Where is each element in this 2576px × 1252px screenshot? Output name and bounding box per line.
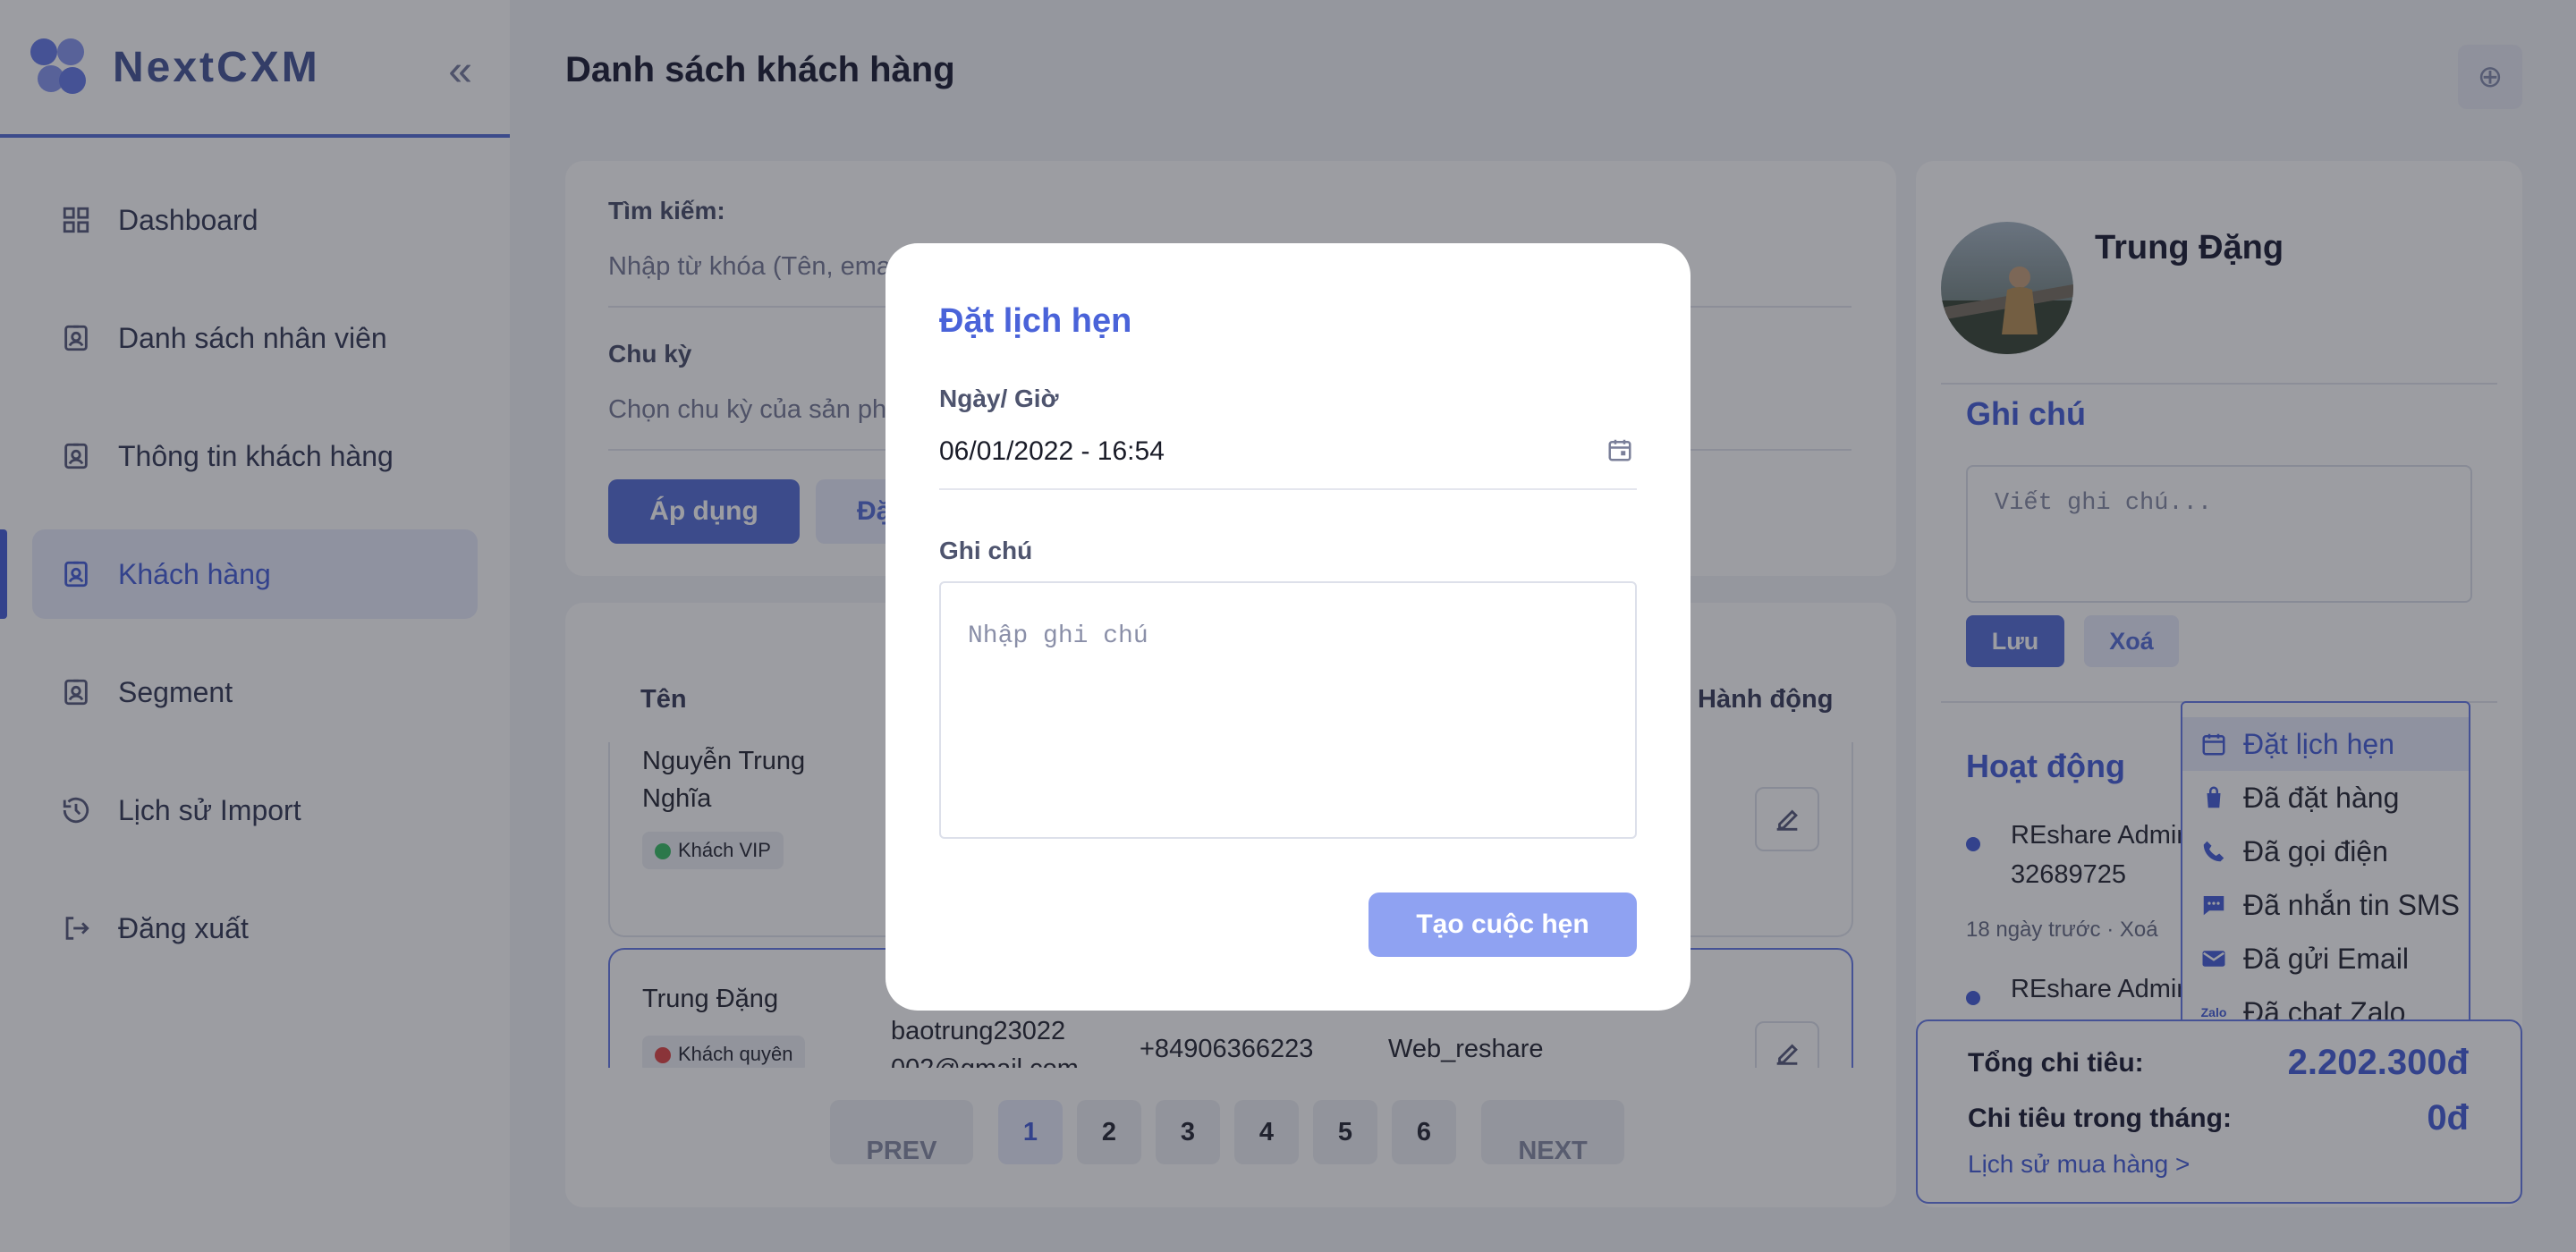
create-appointment-button[interactable]: Tạo cuộc hẹn	[1368, 892, 1637, 957]
datetime-label: Ngày/ Giờ	[939, 385, 1059, 412]
calendar-icon[interactable]	[1606, 436, 1637, 467]
note-textarea[interactable]: Nhập ghi chú	[939, 581, 1637, 839]
note-label: Ghi chú	[939, 537, 1033, 564]
datetime-field[interactable]: 06/01/2022 - 16:54	[939, 436, 1637, 490]
datetime-value: 06/01/2022 - 16:54	[939, 436, 1165, 466]
appointment-modal: Đặt lịch hẹn Ngày/ Giờ 06/01/2022 - 16:5…	[886, 243, 1690, 1011]
modal-title: Đặt lịch hẹn	[939, 302, 1132, 340]
